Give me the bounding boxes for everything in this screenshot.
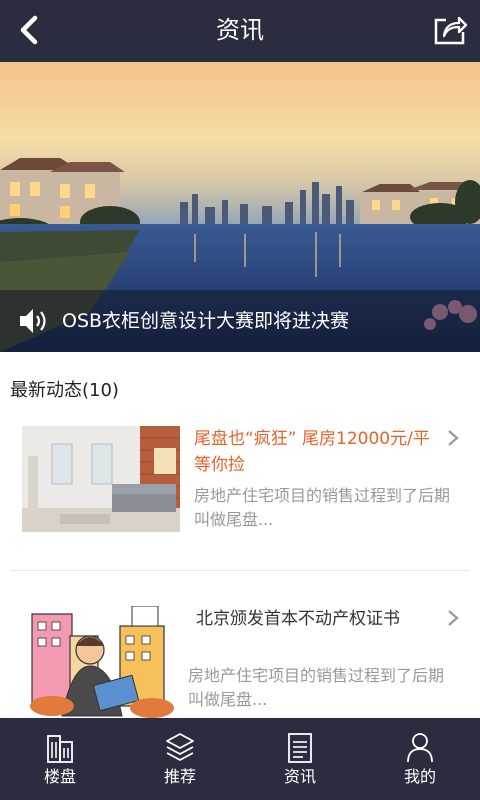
banner-caption-text: OSB衣柜创意设计大赛即将进决赛 [62,310,350,332]
news-item[interactable]: 尾盘也“疯狂” 尾房12000元/平等你捡 房地产住宅项目的销售过程到了后期叫做… [10,426,470,534]
bottom-tab-bar: 楼盘 推荐 资讯 我的 [0,718,480,800]
tab-loupan[interactable]: 楼盘 [0,718,120,800]
chevron-right-icon [448,430,459,446]
tab-label: 推荐 [163,767,196,786]
divider [10,570,470,571]
speaker-icon [20,309,46,333]
page-title: 资讯 [216,16,264,44]
news-item[interactable]: 北京颁发首本不动产权证书 房地产住宅项目的销售过程到了后期叫做尾盘... [10,606,470,718]
layers-icon [166,733,194,761]
banner-carousel[interactable]: OSB衣柜创意设计大赛即将进决赛 [0,62,480,352]
tab-label: 我的 [403,767,436,786]
building-icon [47,735,73,763]
tab-label: 楼盘 [43,767,76,786]
tab-label: 资讯 [283,767,316,786]
chevron-right-icon [448,610,459,626]
news-title: 北京颁发首本不动产权证书 [196,609,400,629]
header-bar: 资讯 [0,0,480,62]
news-summary: 房地产住宅项目的销售过程到了后期叫做尾盘... [188,666,445,709]
news-thumbnail [22,426,180,532]
section-title: 最新动态(10) [10,380,119,401]
share-icon[interactable] [432,12,468,46]
news-thumbnail [22,606,180,718]
news-title: 尾盘也“疯狂” 尾房12000元/平等你捡 [194,429,430,475]
document-icon [288,733,312,763]
tab-wode[interactable]: 我的 [360,718,480,800]
tab-tuijian[interactable]: 推荐 [120,718,240,800]
user-icon [407,733,433,763]
banner-caption: OSB衣柜创意设计大赛即将进决赛 [0,290,480,352]
news-summary: 房地产住宅项目的销售过程到了后期叫做尾盘... [194,486,451,529]
tab-zixun[interactable]: 资讯 [240,718,360,800]
